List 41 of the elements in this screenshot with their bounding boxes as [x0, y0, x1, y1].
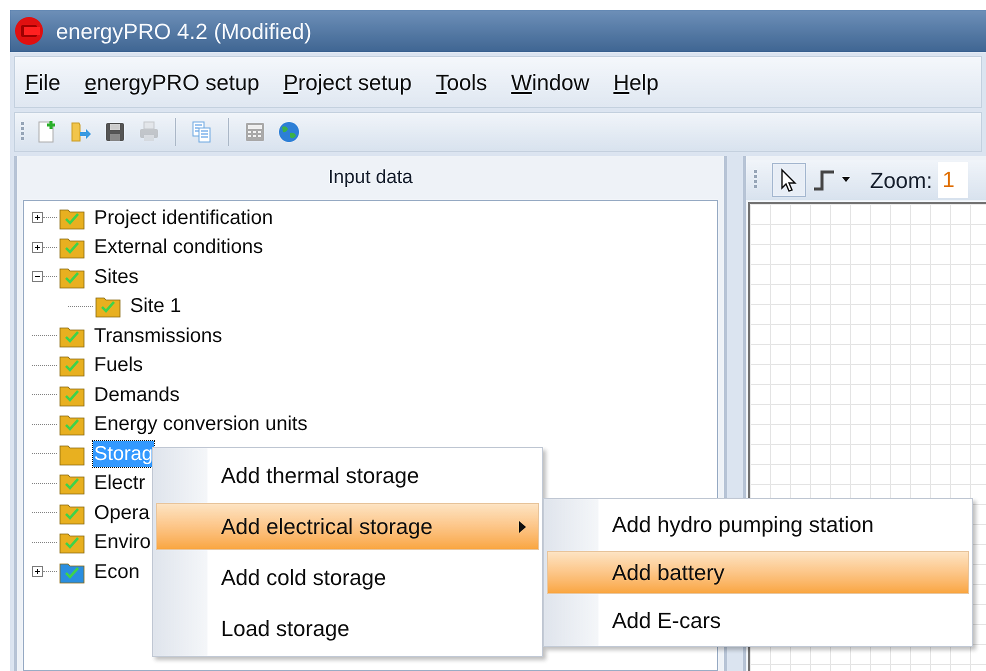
open-folder-icon[interactable] [69, 120, 93, 144]
tree-item[interactable]: Econ [93, 558, 141, 585]
tree-item[interactable]: Energy conversion units [93, 411, 308, 438]
tree-item[interactable]: Electr [93, 470, 146, 496]
menu-item[interactable]: energyPRO setup [84, 66, 260, 98]
menu-item[interactable]: Add E-cars [547, 598, 969, 642]
expand-icon[interactable] [32, 212, 43, 224]
menu-item[interactable]: Add thermal storage [156, 452, 539, 499]
window-title: energyPRO 4.2 (Modified) [56, 18, 312, 46]
tree-item[interactable]: Demands [93, 382, 181, 408]
expand-icon[interactable] [32, 566, 43, 578]
expand-icon[interactable] [32, 242, 43, 253]
toolbar-grip-icon [21, 121, 25, 143]
collapse-icon[interactable] [32, 271, 43, 282]
menu-item[interactable]: Add battery [547, 550, 969, 594]
menu-item[interactable]: Add cold storage [156, 554, 539, 601]
menu-item[interactable]: Tools [436, 66, 488, 98]
app-logo-icon [14, 16, 44, 46]
zoom-label: Zoom: [870, 166, 932, 194]
menu-item[interactable]: Window [511, 66, 590, 98]
menu-item[interactable]: Add hydro pumping station [547, 503, 969, 547]
tree-item[interactable]: Opera [93, 500, 151, 526]
caret-icon[interactable] [842, 177, 850, 183]
globe-icon[interactable] [277, 120, 301, 144]
step-line-icon[interactable] [812, 168, 836, 192]
tree-item[interactable]: Site 1 [129, 293, 182, 320]
menu-item[interactable]: Add electrical storage [156, 503, 539, 550]
tree-item[interactable]: Transmissions [93, 322, 224, 349]
tree-item[interactable]: Project identification [93, 204, 274, 231]
menu-item[interactable]: Help [613, 66, 659, 98]
toolbar-grip-icon [754, 169, 758, 191]
tree-item[interactable]: Fuels [93, 352, 144, 378]
tree-item[interactable]: Sites [93, 264, 140, 290]
tree-item[interactable]: External conditions [93, 234, 264, 260]
menu-item[interactable]: File [25, 66, 60, 98]
panel-title: Input data [327, 166, 414, 190]
tree-item[interactable]: Enviro [93, 529, 152, 556]
menu-item[interactable]: Load storage [156, 605, 539, 652]
pointer-tool-button[interactable] [772, 163, 806, 197]
menu-item[interactable]: Project setup [283, 66, 412, 98]
cursor-arrow-icon [780, 168, 798, 192]
